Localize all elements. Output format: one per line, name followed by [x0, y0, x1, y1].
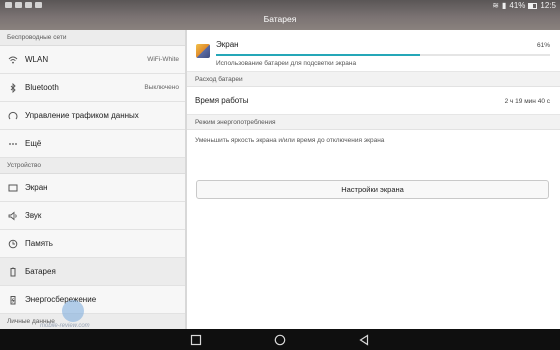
- sidebar-item-label: Звук: [25, 211, 42, 220]
- sidebar-item-value: WiFi-White: [147, 56, 179, 63]
- consumer-percent: 61%: [536, 42, 550, 49]
- sidebar-item-label: Ещё: [25, 139, 42, 148]
- sidebar-item-display[interactable]: Экран: [0, 174, 185, 202]
- usage-bar: [216, 54, 550, 56]
- battery-consumer-row[interactable]: Экран 61% Использование батареи для подс…: [187, 30, 560, 72]
- consumer-description: Использование батареи для подсветки экра…: [216, 60, 357, 67]
- sidebar-item-label: Память: [25, 239, 53, 248]
- notification-icon: [5, 2, 12, 8]
- section-header-device: Устройство: [0, 158, 185, 174]
- usage-bar-fill: [216, 54, 420, 56]
- title-bar: ≋ ▮ 41% 12:5 Батарея: [0, 0, 560, 30]
- sidebar-item-label: Батарея: [25, 267, 56, 276]
- section-header-wireless: Беспроводные сети: [0, 30, 185, 46]
- sidebar-item-value: Выключено: [144, 84, 179, 91]
- sidebar-item-storage[interactable]: Память: [0, 230, 185, 258]
- sidebar-item-label: Экран: [25, 183, 48, 192]
- work-time-row: Время работы 2 ч 19 мин 40 с: [187, 87, 560, 115]
- display-icon: [8, 183, 18, 193]
- battery-status-icon: [528, 2, 538, 9]
- signal-icon: ▮: [502, 1, 507, 10]
- sidebar-item-data-usage[interactable]: Управление трафиком данных: [0, 102, 185, 130]
- screen-settings-button[interactable]: Настройки экрана: [196, 180, 549, 199]
- sidebar-item-label: Энергосбережение: [25, 295, 97, 304]
- section-header-power-mode: Режим энергопотребления: [187, 115, 560, 130]
- power-saving-icon: [8, 295, 18, 305]
- recents-icon: [190, 334, 202, 345]
- system-nav-bar: [0, 329, 560, 350]
- sidebar-item-label: Управление трафиком данных: [25, 111, 139, 120]
- sidebar-item-more[interactable]: Ещё: [0, 130, 185, 158]
- wifi-status-icon: ≋: [492, 1, 499, 10]
- status-area: ≋ ▮ 41% 12:5: [492, 1, 556, 10]
- sidebar-item-power-saving[interactable]: Энергосбережение: [0, 286, 185, 314]
- back-icon: [359, 333, 369, 346]
- clock: 12:5: [540, 1, 556, 10]
- bluetooth-icon: [8, 82, 18, 93]
- section-header-personal: Личные данные: [0, 314, 185, 329]
- notification-icon: [35, 2, 42, 8]
- home-button[interactable]: [273, 333, 287, 346]
- more-icon: [8, 139, 18, 149]
- sidebar-item-wlan[interactable]: WLAN WiFi-White: [0, 46, 185, 74]
- battery-icon: [8, 267, 18, 277]
- back-button[interactable]: [357, 333, 371, 346]
- screen-app-icon: [196, 44, 210, 58]
- sidebar-item-sound[interactable]: Звук: [0, 202, 185, 230]
- sidebar-item-battery[interactable]: Батарея: [0, 258, 185, 286]
- sound-icon: [8, 211, 18, 221]
- home-icon: [274, 334, 286, 345]
- page-title: Батарея: [263, 14, 297, 24]
- notification-icons: [5, 2, 42, 8]
- sidebar-item-label: WLAN: [25, 55, 49, 64]
- data-usage-icon: [8, 111, 18, 121]
- notification-icon: [15, 2, 22, 8]
- work-time-value: 2 ч 19 мин 40 с: [504, 98, 550, 105]
- battery-detail-pane: Экран 61% Использование батареи для подс…: [187, 30, 560, 329]
- battery-percent: 41%: [509, 1, 526, 10]
- section-header-usage: Расход батареи: [187, 72, 560, 87]
- settings-sidebar: Беспроводные сети WLAN WiFi-White Blueto…: [0, 30, 185, 329]
- recents-button[interactable]: [189, 333, 203, 346]
- wifi-icon: [8, 55, 18, 65]
- consumer-name: Экран: [216, 40, 239, 49]
- sidebar-item-bluetooth[interactable]: Bluetooth Выключено: [0, 74, 185, 102]
- work-time-label: Время работы: [195, 96, 249, 105]
- storage-icon: [8, 239, 18, 249]
- notification-icon: [25, 2, 32, 8]
- power-mode-hint: Уменьшить яркость экрана и/или время до …: [195, 137, 385, 144]
- sidebar-item-label: Bluetooth: [25, 83, 59, 92]
- screen: ≋ ▮ 41% 12:5 Батарея Беспроводные сети W…: [0, 0, 560, 350]
